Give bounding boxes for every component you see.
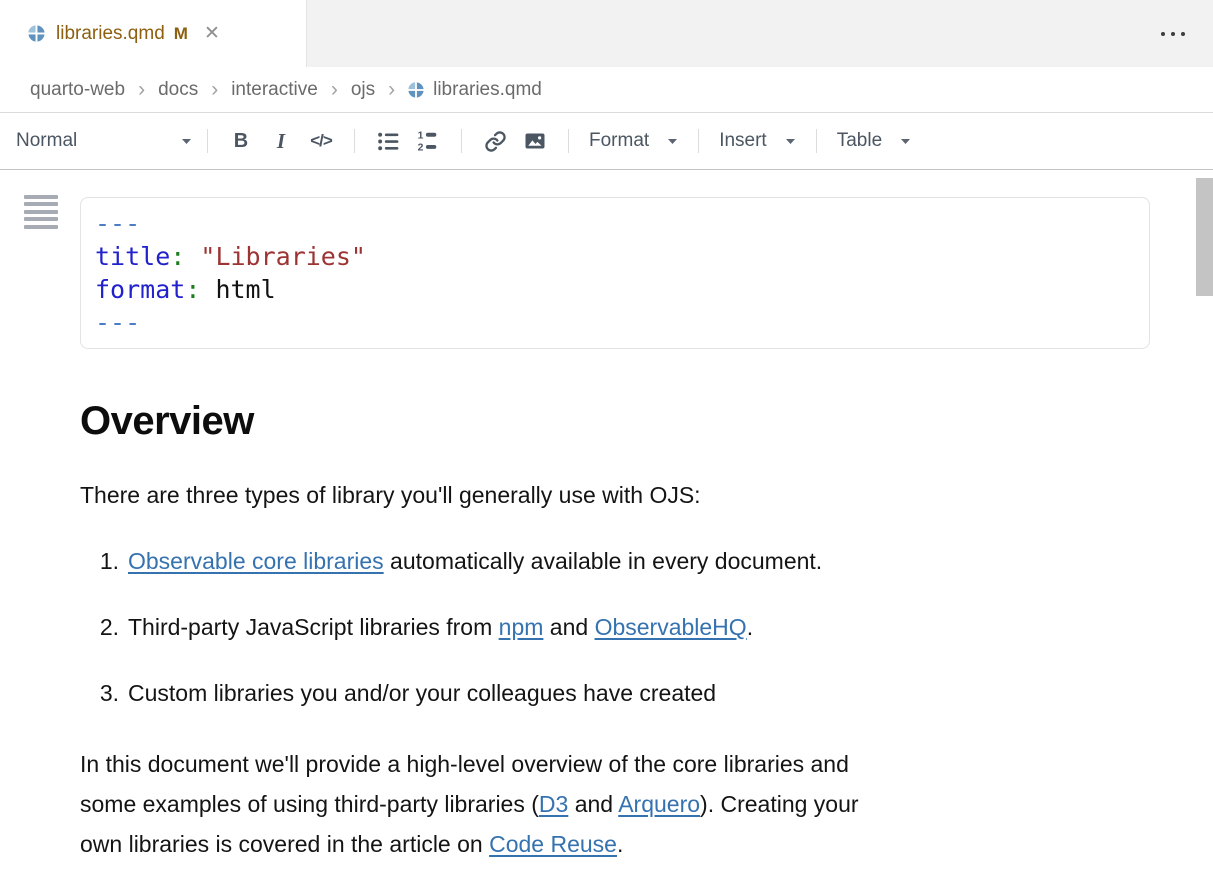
list-item: 2.Third-party JavaScript libraries from …	[80, 612, 1150, 642]
paragraph-line: own libraries is covered in the article …	[80, 824, 1150, 864]
intro-paragraph: There are three types of library you'll …	[80, 480, 1150, 510]
breadcrumb-item-docs[interactable]: docs	[158, 79, 198, 101]
paragraph-line: some examples of using third-party libra…	[80, 784, 1150, 824]
text-run: and	[568, 791, 618, 817]
code-line: ---	[95, 306, 1135, 339]
chevron-down-icon	[900, 138, 911, 145]
bulleted-list-icon	[376, 129, 401, 154]
toolbar-divider	[698, 129, 699, 153]
formatting-toolbar: Normal B I </> 1 2	[0, 113, 1213, 170]
chevron-down-icon	[785, 138, 796, 145]
block-drag-handle-icon[interactable]	[22, 193, 60, 231]
toolbar-divider	[816, 129, 817, 153]
toolbar-divider	[461, 129, 462, 153]
insert-menu[interactable]: Insert	[719, 130, 796, 152]
text-run: In this document we'll provide a high-le…	[80, 751, 849, 777]
code-line: ---	[95, 207, 1135, 240]
text-run: .	[617, 831, 623, 857]
yaml-front-matter-block[interactable]: ---title: "Libraries"format: html---	[80, 197, 1150, 349]
format-menu-label: Format	[589, 130, 649, 152]
text-run: automatically available in every documen…	[384, 548, 823, 574]
doc-link[interactable]: Code Reuse	[489, 831, 617, 857]
bold-icon: B	[234, 130, 248, 153]
list-item: 3.Custom libraries you and/or your colle…	[80, 678, 1150, 708]
paragraph-style-dropdown[interactable]: Normal	[14, 126, 194, 156]
insert-image-button[interactable]	[515, 122, 555, 160]
paragraph-style-value: Normal	[16, 130, 77, 152]
toolbar-divider	[354, 129, 355, 153]
insert-menu-label: Insert	[719, 130, 767, 152]
list-number: 3.	[80, 678, 128, 708]
modified-badge: M	[174, 24, 188, 44]
text-run: and	[543, 614, 594, 640]
heading-overview: Overview	[80, 399, 1150, 444]
code-icon: </>	[310, 131, 332, 151]
chevron-right-icon: ›	[331, 79, 338, 100]
doc-link[interactable]: Observable core libraries	[128, 548, 384, 574]
text-run: own libraries is covered in the article …	[80, 831, 489, 857]
list-number: 2.	[80, 612, 128, 642]
text-run: .	[747, 614, 753, 640]
bulleted-list-button[interactable]	[368, 122, 408, 160]
doc-link[interactable]: D3	[539, 791, 568, 817]
text-run: ). Creating your	[700, 791, 859, 817]
code-line: format: html	[95, 273, 1135, 306]
numbered-list-button[interactable]: 1 2	[408, 122, 448, 160]
toolbar-divider	[207, 129, 208, 153]
chevron-right-icon: ›	[388, 79, 395, 100]
chevron-down-icon	[667, 138, 678, 145]
vertical-scrollbar-thumb[interactable]	[1196, 178, 1213, 296]
editor-surface[interactable]: ---title: "Libraries"format: html--- Ove…	[0, 170, 1213, 864]
list-number: 1.	[80, 546, 128, 576]
code-button[interactable]: </>	[301, 122, 341, 160]
text-run: some examples of using third-party libra…	[80, 791, 539, 817]
toolbar-divider	[568, 129, 569, 153]
tab-bar: libraries.qmd M ✕	[0, 0, 1213, 67]
bold-button[interactable]: B	[221, 122, 261, 160]
close-icon[interactable]: ✕	[204, 24, 220, 43]
table-menu-label: Table	[837, 130, 882, 152]
insert-link-button[interactable]	[475, 122, 515, 160]
italic-icon: I	[277, 129, 285, 154]
format-menu[interactable]: Format	[589, 130, 678, 152]
ellipsis-icon	[1161, 32, 1165, 36]
list-item-text: Custom libraries you and/or your colleag…	[128, 678, 716, 708]
code-line: title: "Libraries"	[95, 240, 1135, 273]
doc-link[interactable]: npm	[499, 614, 544, 640]
text-run: Custom libraries you and/or your colleag…	[128, 680, 716, 706]
outro-paragraph: In this document we'll provide a high-le…	[80, 744, 1150, 864]
quarto-logo-icon	[28, 25, 45, 42]
ordered-list: 1.Observable core libraries automaticall…	[80, 546, 1150, 708]
svg-text:1: 1	[417, 130, 423, 141]
italic-button[interactable]: I	[261, 122, 301, 160]
breadcrumb-file-label: libraries.qmd	[433, 79, 542, 101]
chevron-down-icon	[181, 138, 192, 145]
text-run: Third-party JavaScript libraries from	[128, 614, 499, 640]
chevron-right-icon: ›	[211, 79, 218, 100]
breadcrumb: quarto-web › docs › interactive › ojs › …	[0, 67, 1213, 113]
breadcrumb-item-ojs[interactable]: ojs	[351, 79, 375, 101]
tab-title: libraries.qmd	[56, 23, 165, 45]
chevron-right-icon: ›	[138, 79, 145, 100]
more-actions-button[interactable]	[1161, 0, 1185, 67]
list-item: 1.Observable core libraries automaticall…	[80, 546, 1150, 576]
table-menu[interactable]: Table	[837, 130, 911, 152]
tab-libraries-qmd[interactable]: libraries.qmd M ✕	[0, 0, 307, 67]
list-item-text: Observable core libraries automatically …	[128, 546, 822, 576]
link-icon	[484, 130, 507, 153]
list-item-text: Third-party JavaScript libraries from np…	[128, 612, 753, 642]
quarto-logo-icon	[408, 82, 424, 98]
numbered-list-icon: 1 2	[416, 129, 441, 154]
paragraph-line: In this document we'll provide a high-le…	[80, 744, 1150, 784]
breadcrumb-item-quarto-web[interactable]: quarto-web	[30, 79, 125, 101]
breadcrumb-item-file[interactable]: libraries.qmd	[408, 79, 542, 101]
doc-link[interactable]: Arquero	[618, 791, 700, 817]
svg-text:2: 2	[417, 142, 423, 153]
breadcrumb-item-interactive[interactable]: interactive	[231, 79, 318, 101]
image-icon	[523, 129, 547, 153]
doc-link[interactable]: ObservableHQ	[595, 614, 747, 640]
